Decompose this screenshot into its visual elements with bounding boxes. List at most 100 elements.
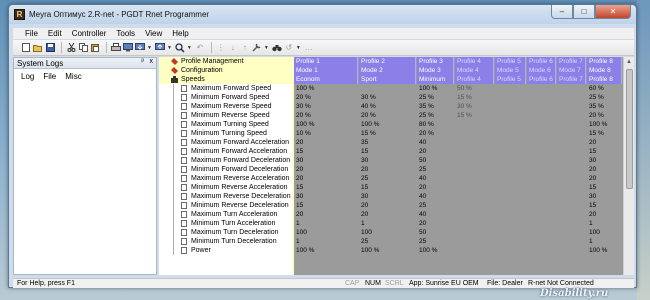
table-row[interactable]: Maximum Forward Acceleration 20 35 40 20 [159,138,634,147]
table-cell[interactable] [455,120,494,129]
header-cell[interactable]: Mode 1 [294,66,358,75]
table-cell[interactable]: 10 % [294,129,358,138]
table-row[interactable]: Minimum Reverse Acceleration 15 15 20 15 [159,183,634,192]
table-cell[interactable] [557,183,586,192]
table-cell[interactable] [557,156,586,165]
table-cell[interactable] [527,210,556,219]
table-cell[interactable] [527,165,556,174]
table-cell[interactable] [455,228,494,237]
tab-misc[interactable]: Misc [65,72,81,83]
binoculars-icon[interactable] [272,43,282,53]
table-cell[interactable]: 1 [359,219,416,228]
table-cell[interactable] [495,174,526,183]
table-cell[interactable] [495,192,526,201]
table-cell[interactable] [495,111,526,120]
table-row[interactable]: Maximum Turn Acceleration 20 20 40 20 [159,210,634,219]
table-cell[interactable]: 15 [359,183,416,192]
search-icon[interactable] [175,42,185,53]
undo-icon[interactable]: ↺ [284,43,294,53]
table-cell[interactable] [557,246,586,255]
table-row[interactable]: Maximum Reverse Deceleration 30 30 40 30 [159,192,634,201]
header-cell[interactable]: Profile 6 [527,57,556,66]
dropdown-arrow-icon[interactable]: ▼ [187,45,192,51]
table-row[interactable]: Minimum Turn Deceleration 1 25 25 1 [159,237,634,246]
table-cell[interactable]: 100 % [587,120,622,129]
dropdown-arrow-icon[interactable]: ▼ [264,45,269,51]
table-cell[interactable]: 15 [587,201,622,210]
table-cell[interactable]: 20 [294,174,358,183]
table-cell[interactable]: 40 [417,138,454,147]
table-cell[interactable] [455,147,494,156]
table-cell[interactable]: 30 [294,156,358,165]
title-bar[interactable]: R Meyra Оптимус 2.R-net - PGDT Rnet Prog… [9,5,636,24]
table-cell[interactable]: 50 % [455,84,494,93]
close-button[interactable]: ✕ [595,5,631,19]
menu-edit[interactable]: Edit [48,29,62,38]
header-cell[interactable]: Econom [294,75,358,84]
table-row[interactable]: Minimum Reverse Speed 20 % 20 % 25 % 15 % 20 … [159,111,634,120]
header-cell[interactable]: Mode 5 [495,66,526,75]
table-cell[interactable] [557,84,586,93]
table-cell[interactable]: 1 [294,219,358,228]
table-cell[interactable] [495,201,526,210]
table-cell[interactable]: 40 [417,174,454,183]
table-cell[interactable] [557,174,586,183]
table-cell[interactable] [527,129,556,138]
table-cell[interactable]: 20 [294,210,358,219]
dropdown-arrow-icon[interactable]: ▼ [296,45,301,51]
table-row[interactable]: Minimum Forward Acceleration 15 15 20 15 [159,147,634,156]
table-cell[interactable] [557,138,586,147]
table-cell[interactable]: 35 % [587,102,622,111]
table-cell[interactable] [495,138,526,147]
table-cell[interactable] [527,201,556,210]
tab-file[interactable]: File [43,72,56,83]
table-cell[interactable]: 20 [294,138,358,147]
menu-help[interactable]: Help [172,29,188,38]
arrow-icon[interactable]: ↶ [195,43,205,53]
table-cell[interactable]: 20 % [294,93,358,102]
header-cell[interactable]: Profile 1 [294,57,358,66]
header-cell[interactable]: Mode 8 [587,66,622,75]
table-cell[interactable]: 20 [587,174,622,183]
upload-icon[interactable]: ↑ [240,43,250,53]
table-cell[interactable] [557,93,586,102]
header-cell[interactable]: Profile 5 [495,57,526,66]
table-cell[interactable] [527,237,556,246]
header-cell[interactable]: Profile 6 [527,75,556,84]
header-cell[interactable]: Profile 7 [557,75,586,84]
table-cell[interactable] [557,228,586,237]
table-cell[interactable] [455,201,494,210]
table-cell[interactable] [527,183,556,192]
header-cell[interactable]: Sport [359,75,416,84]
table-cell[interactable]: 20 [417,219,454,228]
table-cell[interactable] [557,201,586,210]
header-cell[interactable]: Profile 3 [417,57,454,66]
write-icon[interactable] [154,43,165,53]
table-cell[interactable]: 15 [294,183,358,192]
panel-close-icon[interactable]: x [150,58,154,65]
table-cell[interactable]: 100 % [359,120,416,129]
read-icon[interactable] [135,43,145,53]
table-cell[interactable]: 20 [587,138,622,147]
header-cell[interactable]: Mode 6 [527,66,556,75]
header-cell[interactable]: Mode 2 [359,66,416,75]
table-cell[interactable]: 30 % [455,102,494,111]
table-cell[interactable] [527,93,556,102]
table-cell[interactable] [495,147,526,156]
table-row[interactable]: Maximum Reverse Speed 30 % 40 % 35 % 30 % 35 … [159,102,634,111]
table-cell[interactable] [527,102,556,111]
table-cell[interactable] [527,147,556,156]
table-cell[interactable]: 30 [359,156,416,165]
table-row[interactable]: Minimum Turning Speed 10 % 15 % 20 % 15 % [159,129,634,138]
table-cell[interactable] [495,183,526,192]
table-cell[interactable] [455,174,494,183]
table-cell[interactable]: 40 [417,192,454,201]
table-row[interactable]: Minimum Forward Deceleration 20 20 25 20 [159,165,634,174]
table-cell[interactable] [557,192,586,201]
menu-file[interactable]: File [25,29,38,38]
table-cell[interactable]: 20 % [294,111,358,120]
copy-icon[interactable] [78,43,88,53]
table-cell[interactable]: 100 % [587,246,622,255]
header-cell[interactable]: Mode 3 [417,66,454,75]
print-icon[interactable] [111,43,121,53]
